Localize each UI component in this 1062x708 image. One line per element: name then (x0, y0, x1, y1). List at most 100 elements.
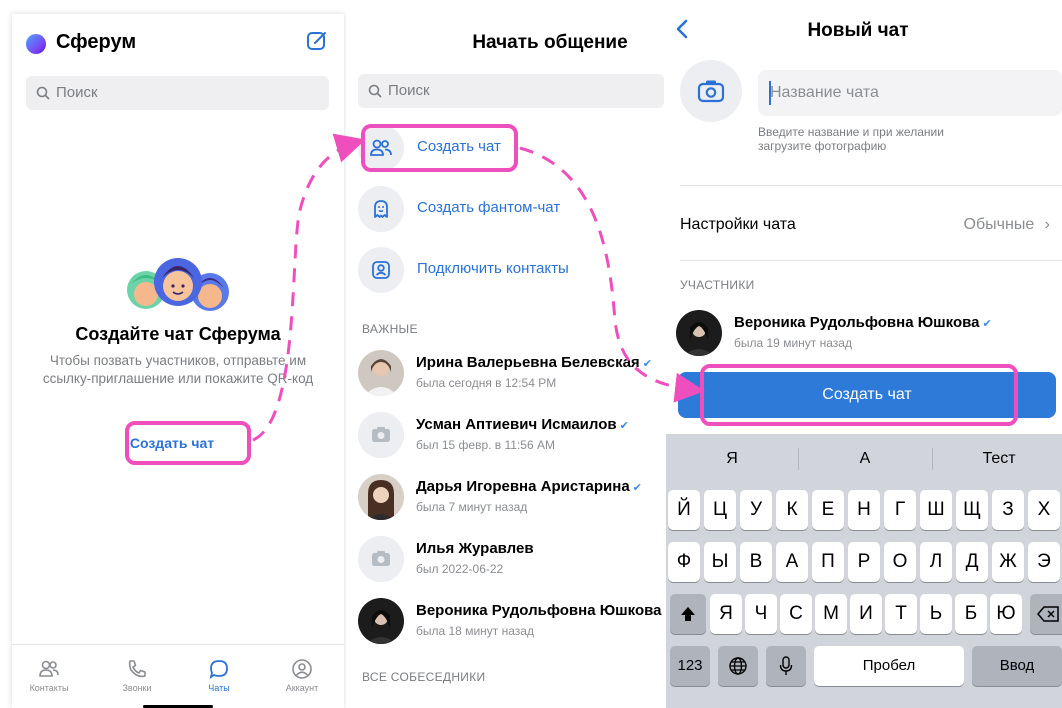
key[interactable]: Т (885, 594, 917, 634)
key[interactable]: Ш (920, 490, 952, 530)
verified-icon: ✔ (642, 358, 652, 370)
contact-row[interactable]: Вероника Рудольфовна Юшкова была 18 мину… (358, 598, 664, 650)
tab-chats[interactable]: Чаты (184, 657, 254, 693)
contact-name: Усман Аптиевич Исмаилов ✔ (416, 416, 629, 433)
contact-name: Илья Журавлев (416, 540, 534, 557)
people-illustration (127, 258, 229, 311)
sferum-chats-screen: Сферум Поиск Создайте чат Сферума Чтобы … (12, 14, 344, 708)
key[interactable]: С (780, 594, 812, 634)
member-name: Вероника Рудольфовна Юшкова ✔ (734, 314, 992, 331)
key[interactable]: Г (884, 490, 916, 530)
key[interactable]: Ц (704, 490, 736, 530)
key[interactable]: Э (1028, 542, 1060, 582)
globe-key[interactable] (718, 646, 758, 686)
highlight-create-chat-action (361, 124, 518, 172)
verified-icon: ✔ (632, 482, 642, 494)
compose-icon[interactable] (306, 30, 328, 52)
key[interactable]: Ь (920, 594, 952, 634)
verified-icon: ✔ (982, 318, 992, 330)
chat-icon (209, 660, 228, 680)
divider (680, 185, 1062, 186)
key[interactable]: Я (710, 594, 742, 634)
chevron-right-icon: › (1044, 216, 1050, 233)
key[interactable]: П (812, 542, 844, 582)
key[interactable]: О (884, 542, 916, 582)
camera-icon (697, 80, 725, 103)
tab-label: Контакты (29, 683, 69, 693)
highlight-create-chat-button (700, 364, 1018, 426)
search-field[interactable]: Поиск (358, 74, 664, 108)
upload-photo-button[interactable] (680, 60, 742, 122)
contact-card-icon (372, 261, 390, 279)
screen-title: Начать общение (472, 32, 628, 53)
key[interactable]: Н (848, 490, 880, 530)
tab-contacts[interactable]: Контакты (14, 657, 84, 693)
search-field[interactable]: Поиск (26, 76, 329, 110)
space-key[interactable]: Пробел (814, 646, 964, 686)
enter-key[interactable]: Ввод (972, 646, 1062, 686)
shift-key[interactable] (670, 594, 706, 634)
key[interactable]: А (776, 542, 808, 582)
microphone-key[interactable] (766, 646, 806, 686)
key[interactable]: Д (956, 542, 988, 582)
backspace-key[interactable] (1030, 594, 1062, 634)
shift-icon (681, 607, 695, 621)
contact-status: была 7 минут назад (416, 500, 528, 514)
key[interactable]: Е (812, 490, 844, 530)
connect-contacts-action[interactable]: Подключить контакты (358, 247, 658, 297)
avatar (676, 310, 722, 356)
search-icon (368, 84, 382, 98)
key[interactable]: Х (1028, 490, 1060, 530)
key[interactable]: Щ (956, 490, 988, 530)
app-title: Сферум (56, 31, 137, 53)
section-header-members: УЧАСТНИКИ (680, 278, 755, 292)
key[interactable]: Б (955, 594, 987, 634)
contact-status: была 18 минут назад (416, 624, 534, 638)
member-status: была 19 минут назад (734, 336, 852, 350)
avatar (358, 536, 404, 582)
key[interactable]: И (850, 594, 882, 634)
contact-status: был 2022-06-22 (416, 562, 504, 576)
key[interactable]: К (776, 490, 808, 530)
contacts-icon (39, 660, 59, 677)
chat-name-hint: Введите название и при желании загрузите… (758, 125, 944, 153)
contact-row[interactable]: Дарья Игоревна Аристарина ✔ была 7 минут … (358, 474, 664, 526)
contact-row[interactable]: Илья Журавлев был 2022-06-22 (358, 536, 664, 588)
ghost-icon (374, 200, 388, 218)
key[interactable]: Ж (992, 542, 1024, 582)
contact-row[interactable]: Ирина Валерьевна Белевская ✔ была сегодня… (358, 350, 664, 402)
key[interactable]: Ч (745, 594, 777, 634)
key[interactable]: Л (920, 542, 952, 582)
avatar (358, 598, 404, 644)
search-placeholder: Поиск (388, 82, 430, 99)
suggestion-1[interactable]: Я (666, 442, 798, 476)
key[interactable]: М (815, 594, 847, 634)
highlight-create-link (125, 421, 251, 465)
suggestion-3[interactable]: Тест (933, 442, 1062, 476)
key[interactable]: З (992, 490, 1024, 530)
key[interactable]: Ы (704, 542, 736, 582)
tab-calls[interactable]: Звонки (102, 657, 172, 693)
avatar (358, 350, 404, 396)
key[interactable]: В (740, 542, 772, 582)
action-icon-circle (358, 247, 404, 293)
key[interactable]: Ф (668, 542, 700, 582)
key[interactable]: Й (668, 490, 700, 530)
section-header-all: ВСЕ СОБЕСЕДНИКИ (362, 670, 486, 684)
start-conversation-screen: Начать общение Поиск Создать чат Создать… (346, 10, 664, 708)
microphone-icon (779, 656, 793, 675)
key[interactable]: Р (848, 542, 880, 582)
text-cursor (769, 81, 771, 105)
member-row[interactable]: Вероника Рудольфовна Юшкова ✔ была 19 мин… (676, 310, 992, 362)
contact-status: была сегодня в 12:54 PM (416, 376, 557, 390)
tab-account[interactable]: Аккаунт (267, 657, 337, 693)
on-screen-keyboard: Я А Тест ЙЦУКЕНГШЩЗХ ФЫВАПРОЛДЖЭ ЯЧСМИТЬ… (666, 434, 1062, 708)
key[interactable]: Ю (990, 594, 1022, 634)
key[interactable]: У (740, 490, 772, 530)
numbers-key[interactable]: 123 (670, 646, 710, 686)
contact-row[interactable]: Усман Аптиевич Исмаилов ✔ был 15 февр. в … (358, 412, 664, 464)
chat-name-input[interactable] (758, 70, 1062, 116)
globe-icon (729, 657, 747, 675)
suggestion-2[interactable]: А (799, 442, 931, 476)
create-phantom-chat-action[interactable]: Создать фантом-чат (358, 186, 658, 236)
